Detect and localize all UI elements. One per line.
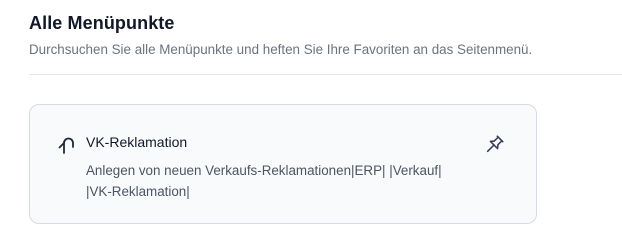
pin-button[interactable] [482, 131, 508, 157]
menu-item-description: Anlegen von neuen Verkaufs-Reklamationen… [86, 163, 442, 199]
return-arrow-icon [54, 133, 76, 155]
menu-item-title: VK-Reklamation [86, 134, 188, 150]
page-subtitle: Durchsuchen Sie alle Menüpunkte und heft… [29, 42, 533, 57]
page-title: Alle Menüpunkte [29, 13, 175, 33]
header-divider [29, 74, 622, 75]
menu-item-card[interactable]: VK-Reklamation Anlegen von neuen Verkauf… [29, 104, 537, 224]
page-header: Alle Menüpunkte Durchsuchen Sie alle Men… [29, 12, 622, 59]
pin-icon [484, 133, 506, 155]
